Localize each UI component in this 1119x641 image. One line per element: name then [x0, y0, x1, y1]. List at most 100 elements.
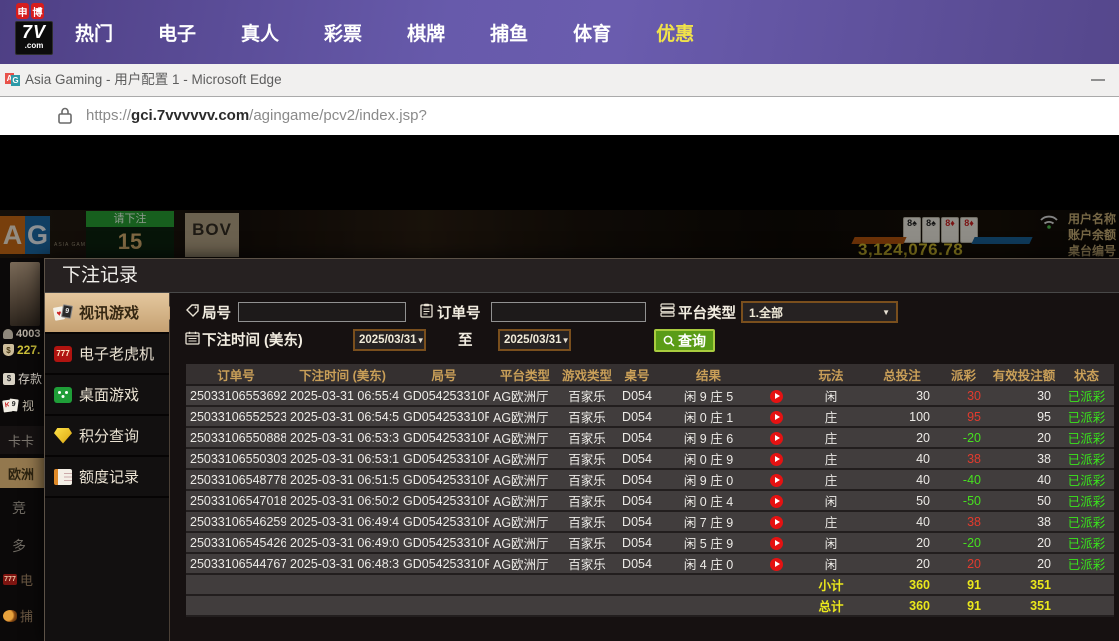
round-input[interactable]: [238, 302, 406, 322]
bet-records-modal: 下注记录 ♥9 视讯游戏 777 电子老虎机 桌面游戏: [44, 258, 1119, 641]
play-icon[interactable]: [770, 537, 783, 550]
date-from-select[interactable]: 2025/03/31 ▼: [353, 329, 426, 351]
kaka-row[interactable]: 卡卡: [0, 426, 44, 454]
minimize-button[interactable]: [1091, 79, 1105, 81]
cell-valid: 40: [989, 469, 1059, 490]
cell-table_no: D054: [613, 406, 661, 427]
jing-row[interactable]: 竞: [12, 498, 26, 518]
cell-valid: 20: [989, 532, 1059, 553]
cell-play: 庄: [796, 448, 866, 469]
modal-title: 下注记录: [45, 259, 1119, 292]
col-status: 状态: [1059, 364, 1114, 385]
cell-status: 已派彩: [1059, 406, 1114, 427]
cell-play: 庄: [796, 427, 866, 448]
calendar-icon: [185, 331, 200, 345]
nav-item-hot[interactable]: 热门: [75, 19, 113, 46]
play-icon[interactable]: [770, 432, 783, 445]
video-games-row[interactable]: K9 视: [3, 397, 34, 414]
cell-game: 百家乐: [561, 490, 613, 511]
ag-favicon: AG: [5, 73, 20, 86]
play-icon[interactable]: [770, 516, 783, 529]
cell-order: 250331065462596: [186, 511, 286, 532]
col-valid: 有效投注额: [989, 364, 1059, 385]
logo-name: 7V: [16, 22, 52, 42]
table-row: 2503310654476702025-03-31 06:48:31GD0542…: [186, 553, 1114, 574]
cell-valid: 38: [989, 448, 1059, 469]
nav-item-slots[interactable]: 电子: [158, 19, 196, 46]
cell-platform: AG欧洲厅: [489, 406, 561, 427]
cell-time: 2025-03-31 06:49:49: [286, 511, 399, 532]
play-icon[interactable]: [770, 390, 783, 403]
url-bar[interactable]: https://gci.7vvvvvv.com/agingame/pcv2/in…: [0, 97, 1119, 137]
cell-time: 2025-03-31 06:53:38: [286, 427, 399, 448]
cell-bet: 20: [866, 427, 938, 448]
play-icon[interactable]: [770, 558, 783, 571]
col-round: 局号: [399, 364, 489, 385]
nav-item-sports[interactable]: 体育: [573, 19, 611, 46]
table-row: 2503310654625962025-03-31 06:49:49GD0542…: [186, 511, 1114, 532]
coin-icon: $: [3, 373, 15, 385]
sidebar-item-points-query[interactable]: 积分查询: [45, 416, 169, 457]
play-icon[interactable]: [770, 453, 783, 466]
cell-play: 庄: [796, 469, 866, 490]
round-label: 局号: [202, 302, 231, 323]
cell-result: 闲 9 庄 5: [661, 385, 756, 406]
lock-icon: [58, 107, 72, 124]
slot-machine-icon: 777: [54, 346, 72, 362]
cell-round: GD054253310PG: [399, 406, 489, 427]
date-to-select[interactable]: 2025/03/31 ▼: [498, 329, 571, 351]
replay-cell: [756, 532, 796, 553]
cell-order: 250331065447670: [186, 553, 286, 574]
cards-icon: ♥9: [54, 305, 72, 321]
url-text[interactable]: https://gci.7vvvvvv.com/agingame/pcv2/in…: [86, 97, 427, 135]
subtotal-payout: 91: [938, 574, 989, 595]
sidebar-item-slots[interactable]: 777 电子老虎机: [45, 334, 169, 375]
platform-type-select[interactable]: 1.全部 ▼: [741, 301, 898, 323]
order-input[interactable]: [491, 302, 646, 322]
nav-item-lottery[interactable]: 彩票: [324, 19, 362, 46]
cell-platform: AG欧洲厅: [489, 532, 561, 553]
cell-payout: 95: [938, 406, 989, 427]
nav-item-promo[interactable]: 优惠: [656, 19, 694, 46]
sidebar-item-quota-records[interactable]: 额度记录: [45, 457, 169, 498]
sidebar-item-table-games[interactable]: 桌面游戏: [45, 375, 169, 416]
col-table: 桌号: [613, 364, 661, 385]
cell-game: 百家乐: [561, 385, 613, 406]
cell-payout: 38: [938, 511, 989, 532]
cell-time: 2025-03-31 06:55:47: [286, 385, 399, 406]
logo-badge-2: 博: [31, 3, 44, 19]
cell-status: 已派彩: [1059, 385, 1114, 406]
cell-play: 闲: [796, 385, 866, 406]
site-nav: 申 博 7V .com 热门 电子 真人 彩票 棋牌 捕鱼 体育 优惠: [0, 0, 1119, 64]
fishing-row[interactable]: 捕: [3, 606, 33, 625]
avatar: [10, 262, 40, 326]
cell-time: 2025-03-31 06:48:31: [286, 553, 399, 574]
play-icon[interactable]: [770, 411, 783, 424]
nav-item-live[interactable]: 真人: [241, 19, 279, 46]
slot-games-row[interactable]: 777 电: [3, 570, 33, 589]
table-row: 2503310654877812025-03-31 06:51:54GD0542…: [186, 469, 1114, 490]
cell-play: 闲: [796, 490, 866, 511]
cell-play: 闲: [796, 553, 866, 574]
europe-hall-row[interactable]: 欧洲: [0, 458, 44, 488]
replay-cell: [756, 490, 796, 511]
play-icon[interactable]: [770, 474, 783, 487]
deposit-row[interactable]: $ 存款: [3, 370, 42, 387]
cell-game: 百家乐: [561, 448, 613, 469]
cell-order: 250331065454268: [186, 532, 286, 553]
search-button[interactable]: 查询: [654, 329, 715, 352]
site-logo[interactable]: 申 博 7V .com: [15, 3, 53, 55]
duo-row[interactable]: 多: [12, 536, 26, 556]
cell-result: 闲 0 庄 9: [661, 448, 756, 469]
replay-cell: [756, 448, 796, 469]
gem-icon: [54, 428, 72, 444]
cell-game: 百家乐: [561, 511, 613, 532]
cell-payout: 20: [938, 553, 989, 574]
cell-time: 2025-03-31 06:51:54: [286, 469, 399, 490]
nav-item-fishing[interactable]: 捕鱼: [490, 19, 528, 46]
cell-payout: -20: [938, 532, 989, 553]
sidebar-item-video-games[interactable]: ♥9 视讯游戏: [45, 293, 169, 334]
play-icon[interactable]: [770, 495, 783, 508]
nav-item-board[interactable]: 棋牌: [407, 19, 445, 46]
person-icon: [3, 329, 13, 339]
